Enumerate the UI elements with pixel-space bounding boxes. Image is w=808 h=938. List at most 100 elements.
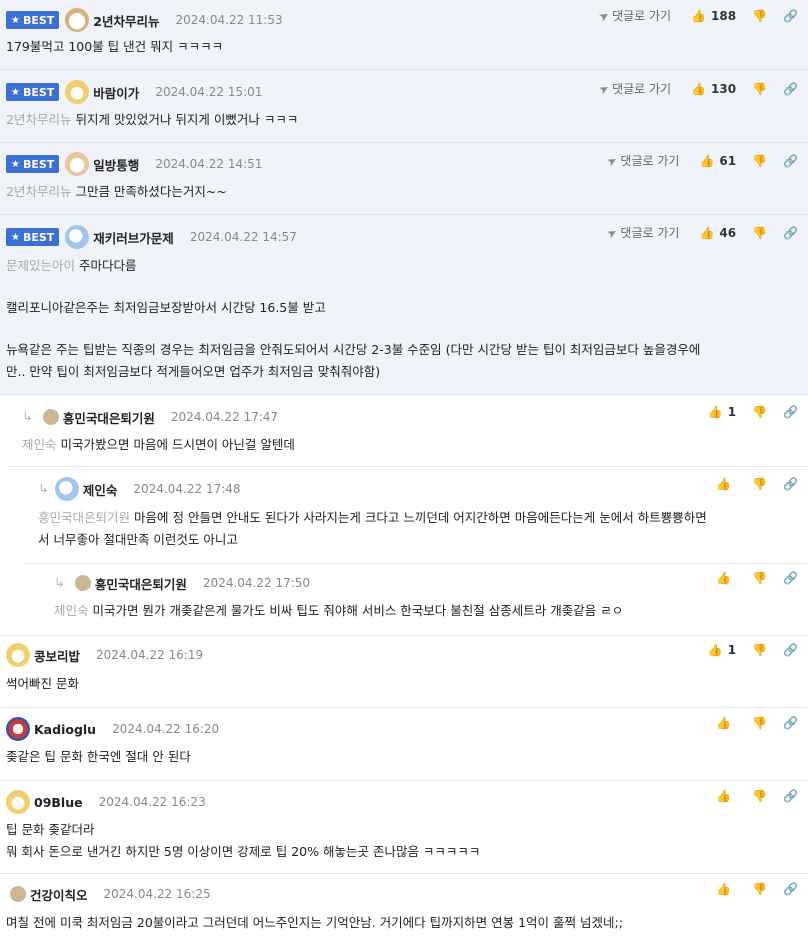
share-link-button[interactable]: 🔗 xyxy=(783,154,798,168)
send-icon: ➤ xyxy=(604,224,621,242)
send-icon: ➤ xyxy=(596,80,612,98)
like-button[interactable]: 👍 xyxy=(716,789,736,803)
mention[interactable]: 제인숙 xyxy=(22,437,57,452)
share-link-button[interactable]: 🔗 xyxy=(783,882,798,896)
like-button[interactable]: 👍 1 xyxy=(708,405,736,419)
link-icon: 🔗 xyxy=(783,571,798,585)
avatar[interactable] xyxy=(74,575,91,591)
avatar[interactable] xyxy=(65,225,90,249)
like-button[interactable]: 👍 xyxy=(716,882,736,896)
dislike-button[interactable]: 👎 xyxy=(752,643,767,657)
best-badge: ★ BEST xyxy=(6,155,60,173)
go-to-reply-button[interactable]: ➤댓글로 가기 xyxy=(596,7,671,24)
like-button[interactable]: 👍 188 xyxy=(691,9,736,23)
comment-author[interactable]: 09Blue xyxy=(34,795,83,810)
mention[interactable]: 2년차무리뉴 xyxy=(6,112,71,127)
comment-body: 팁 문화 좆같더라 뭐 회사 돈으로 낸거긴 하지만 5명 이상이면 강제로 팁… xyxy=(6,822,481,859)
comment-author[interactable]: 흥민국대은퇴기원 xyxy=(63,408,155,427)
thumbs-up-icon: 👍 xyxy=(699,153,715,168)
like-button[interactable]: 👍 46 xyxy=(699,226,736,240)
comment-body: 썩어빠진 문화 xyxy=(6,676,79,691)
thumbs-down-icon: 👎 xyxy=(752,153,768,168)
mention[interactable]: 문제있는아이 xyxy=(6,258,75,273)
comment-body: 며칠 전에 미쿡 최저임금 20불이라고 그러던데 어느주인지는 기억안남. 거… xyxy=(6,915,623,930)
comment-author[interactable]: 바람이가 xyxy=(93,83,139,102)
avatar[interactable] xyxy=(65,8,90,32)
avatar[interactable] xyxy=(6,790,30,814)
share-link-button[interactable]: 🔗 xyxy=(783,571,798,585)
avatar[interactable] xyxy=(65,152,90,176)
like-button[interactable]: 👍 xyxy=(716,716,736,730)
dislike-button[interactable]: 👎 xyxy=(752,882,767,896)
comment-author[interactable]: 건강이칙오 xyxy=(30,885,88,904)
avatar[interactable] xyxy=(54,477,79,501)
avatar[interactable] xyxy=(6,643,30,667)
comment-item: ★ BEST 일방통행 2024.04.22 14:51 ➤댓글로 가기 👍 61 … xyxy=(0,143,808,215)
like-button[interactable]: 👍 130 xyxy=(691,82,736,96)
dislike-button[interactable]: 👎 xyxy=(752,405,767,419)
comment-item: ★ BEST 2년차무리뉴 2024.04.22 11:53 ➤댓글로 가기 👍 1… xyxy=(0,0,808,70)
comment-body: 제인숙 미국가면 뭔가 개좆같은게 물가도 비싸 팁도 줘야해 서비스 한국보다 … xyxy=(54,603,624,618)
share-link-button[interactable]: 🔗 xyxy=(783,226,798,240)
like-button[interactable]: 👍 xyxy=(716,477,736,491)
comment-author[interactable]: Kadioglu xyxy=(34,722,96,737)
comment-body: 2년차무리뉴 뒤지게 맛있었거나 뒤지게 이뻤거나 ㅋㅋㅋ xyxy=(6,112,299,127)
dislike-button[interactable]: 👎 xyxy=(752,226,767,240)
comment-author[interactable]: 2년차무리뉴 xyxy=(93,11,159,30)
go-to-reply-button[interactable]: ➤댓글로 가기 xyxy=(605,152,680,169)
thumbs-down-icon: 👎 xyxy=(752,405,768,419)
link-icon: 🔗 xyxy=(783,225,798,240)
dislike-button[interactable]: 👎 xyxy=(752,789,767,803)
thumbs-down-icon: 👎 xyxy=(752,8,768,23)
thumbs-down-icon: 👎 xyxy=(752,716,768,730)
comment-date: 2024.04.22 16:23 xyxy=(98,795,206,809)
go-to-reply-button[interactable]: ➤댓글로 가기 xyxy=(604,224,680,242)
comment-date: 2024.04.22 16:19 xyxy=(96,648,204,662)
thumbs-up-icon: 👍 xyxy=(707,643,723,657)
share-link-button[interactable]: 🔗 xyxy=(783,405,798,419)
like-button[interactable]: 👍 61 xyxy=(699,154,736,168)
go-to-reply-button[interactable]: ➤댓글로 가기 xyxy=(596,80,671,98)
comment-author[interactable]: 콩보리밥 xyxy=(34,646,80,665)
dislike-button[interactable]: 👎 xyxy=(752,82,767,96)
share-link-button[interactable]: 🔗 xyxy=(783,643,798,657)
comment-item: ↳ 흥민국대은퇴기원 2024.04.22 17:50 👍 👎 🔗 제인숙 미국가… xyxy=(0,564,808,636)
comment-author[interactable]: 제인숙 xyxy=(83,480,118,499)
comment-body: 흥민국대은퇴기원 마음에 정 안들면 안내도 된다가 사라지는게 크다고 느끼던데… xyxy=(38,510,707,547)
best-badge: ★ BEST xyxy=(6,228,60,246)
mention[interactable]: 흥민국대은퇴기원 xyxy=(38,510,130,525)
link-icon: 🔗 xyxy=(783,643,798,657)
dislike-button[interactable]: 👎 xyxy=(752,477,767,491)
best-badge: ★ BEST xyxy=(6,83,60,101)
thumbs-up-icon: 👍 xyxy=(707,405,723,419)
comment-item: ★ BEST 재키러브가문제 2024.04.22 14:57 ➤댓글로 가기 👍… xyxy=(0,215,808,395)
comment-item: ↳ 흥민국대은퇴기원 2024.04.22 17:47 👍 1 👎 🔗 제인숙 미국… xyxy=(0,395,808,467)
comment-body: 179불먹고 100불 팁 낸건 뭐지 ㅋㅋㅋㅋ xyxy=(6,39,224,54)
share-link-button[interactable]: 🔗 xyxy=(783,716,798,730)
share-link-button[interactable]: 🔗 xyxy=(783,789,798,803)
dislike-button[interactable]: 👎 xyxy=(752,716,767,730)
avatar[interactable] xyxy=(65,80,90,104)
dislike-button[interactable]: 👎 xyxy=(752,571,767,585)
link-icon: 🔗 xyxy=(783,405,798,419)
link-icon: 🔗 xyxy=(783,789,798,803)
dislike-button[interactable]: 👎 xyxy=(752,154,767,168)
thumbs-down-icon: 👎 xyxy=(752,571,768,585)
share-link-button[interactable]: 🔗 xyxy=(783,82,798,96)
comment-author[interactable]: 흥민국대은퇴기원 xyxy=(95,574,187,593)
share-link-button[interactable]: 🔗 xyxy=(783,477,798,491)
comment-author[interactable]: 재키러브가문제 xyxy=(93,228,174,247)
thumbs-down-icon: 👎 xyxy=(752,643,768,657)
like-button[interactable]: 👍 xyxy=(716,571,736,585)
comment-date: 2024.04.22 15:01 xyxy=(155,85,263,99)
mention[interactable]: 2년차무리뉴 xyxy=(6,184,71,199)
share-link-button[interactable]: 🔗 xyxy=(783,9,798,23)
dislike-button[interactable]: 👎 xyxy=(752,9,767,23)
comment-author[interactable]: 일방통행 xyxy=(93,155,139,174)
like-button[interactable]: 👍 1 xyxy=(708,643,736,657)
avatar[interactable] xyxy=(42,409,59,425)
thumbs-up-icon: 👍 xyxy=(716,571,732,585)
mention[interactable]: 제인숙 xyxy=(54,603,89,618)
avatar[interactable] xyxy=(6,717,30,741)
avatar[interactable] xyxy=(10,886,26,902)
